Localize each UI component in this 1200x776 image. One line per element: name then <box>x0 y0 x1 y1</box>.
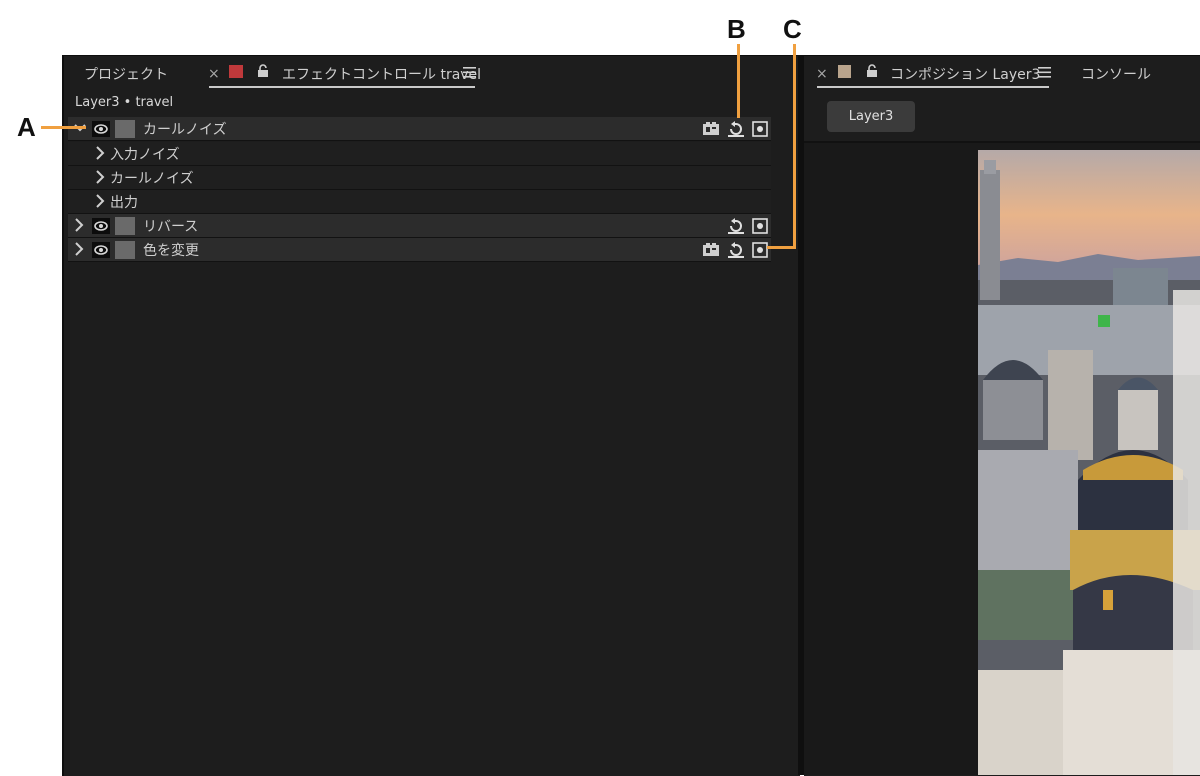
callout-label-c: C <box>783 14 802 44</box>
property-group-row[interactable]: 出力 <box>68 190 771 214</box>
effect-tab-color-swatch <box>229 65 243 78</box>
active-tab-indicator <box>209 86 475 88</box>
tab-console[interactable]: コンソール <box>1081 64 1151 84</box>
tab-composition[interactable]: コンポジション Layer3 <box>890 64 1040 84</box>
effect-row-reverse[interactable]: リバース <box>68 214 771 238</box>
eye-icon[interactable] <box>92 121 110 137</box>
breadcrumb: Layer3 • travel <box>75 95 174 110</box>
lock-icon[interactable] <box>866 64 878 78</box>
panel-menu-icon[interactable] <box>1038 67 1051 78</box>
eye-icon[interactable] <box>92 242 110 258</box>
comp-tab-color-swatch <box>838 65 851 78</box>
close-icon[interactable]: × <box>816 66 828 82</box>
tab-effect-controls[interactable]: エフェクトコントロール travel <box>282 64 481 84</box>
callout-leader-b <box>737 44 740 118</box>
active-tab-indicator <box>817 86 1049 88</box>
chevron-right-icon[interactable] <box>93 193 107 209</box>
effect-label-swatch[interactable] <box>115 120 135 138</box>
layer-navigator-button[interactable]: Layer3 <box>827 101 915 132</box>
property-group-label: 入力ノイズ <box>110 147 180 163</box>
compositing-options-icon[interactable] <box>702 120 720 138</box>
reset-icon[interactable] <box>727 217 745 235</box>
callout-label-a: A <box>17 112 36 142</box>
callout-leader-a <box>41 126 86 129</box>
effect-name: 色を変更 <box>143 243 199 259</box>
chevron-right-icon[interactable] <box>93 145 107 161</box>
reset-icon[interactable] <box>727 120 745 138</box>
reset-icon[interactable] <box>727 241 745 259</box>
compositing-options-icon[interactable] <box>702 241 720 259</box>
effect-name: カールノイズ <box>143 122 227 138</box>
chevron-right-icon[interactable] <box>72 217 86 233</box>
eye-icon[interactable] <box>92 218 110 234</box>
effect-label-swatch[interactable] <box>115 217 135 235</box>
property-group-row[interactable]: カールノイズ <box>68 166 771 190</box>
lock-icon[interactable] <box>257 64 269 78</box>
effect-name: リバース <box>143 219 199 235</box>
property-group-label: 出力 <box>110 195 138 211</box>
callout-label-b: B <box>727 14 746 44</box>
effect-row-change-color[interactable]: 色を変更 <box>68 238 771 262</box>
callout-leader-c <box>793 44 796 249</box>
property-group-label: カールノイズ <box>110 171 194 187</box>
panel-menu-icon[interactable] <box>463 67 476 78</box>
composition-preview-image <box>978 150 1200 775</box>
record-icon[interactable] <box>751 241 769 259</box>
effect-label-swatch[interactable] <box>115 241 135 259</box>
tab-project[interactable]: プロジェクト <box>84 64 168 84</box>
close-icon[interactable]: × <box>208 66 220 82</box>
chevron-right-icon[interactable] <box>93 169 107 185</box>
effect-row-curl-noise[interactable]: カールノイズ <box>68 117 771 141</box>
chevron-right-icon[interactable] <box>72 241 86 257</box>
record-icon[interactable] <box>751 120 769 138</box>
callout-leader-c-tick <box>767 246 796 249</box>
record-icon[interactable] <box>751 217 769 235</box>
property-group-row[interactable]: 入力ノイズ <box>68 142 771 166</box>
